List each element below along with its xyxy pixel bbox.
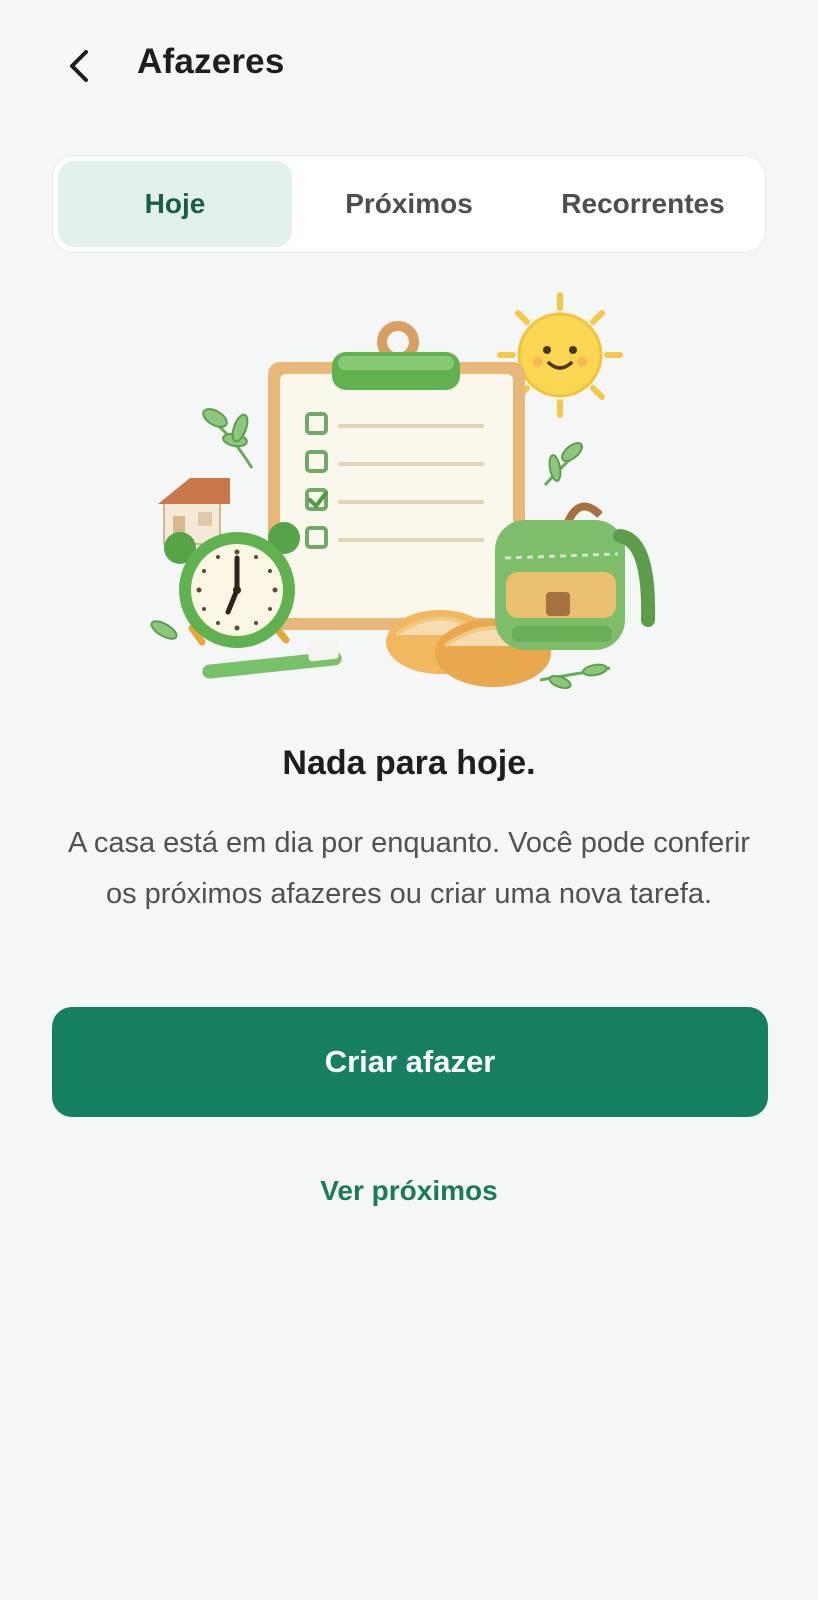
backpack-icon [495,502,656,650]
clipboard-icon [268,321,525,630]
house-icon [158,478,230,545]
todo-screen: Afazeres Hoje Próximos Recorrentes Nada … [0,0,818,1600]
create-task-button[interactable]: Criar afazer [52,1007,768,1117]
app-header: Afazeres [0,0,818,130]
alarm-clock-icon [164,522,300,648]
view-upcoming-link[interactable]: Ver próximos [259,1166,559,1216]
tab-upcoming[interactable]: Próximos [292,161,526,247]
chevron-left-icon [70,50,88,82]
tab-bar: Hoje Próximos Recorrentes [52,155,766,253]
empty-state-description: A casa está em dia por enquanto. Você po… [68,827,750,910]
tab-today[interactable]: Hoje [58,161,292,247]
page-title: Afazeres [137,42,285,81]
tab-recurring[interactable]: Recorrentes [526,161,760,247]
empty-state-title: Nada para hoje. [282,744,536,782]
empty-state-illustration [150,292,656,690]
back-button[interactable] [52,38,108,94]
